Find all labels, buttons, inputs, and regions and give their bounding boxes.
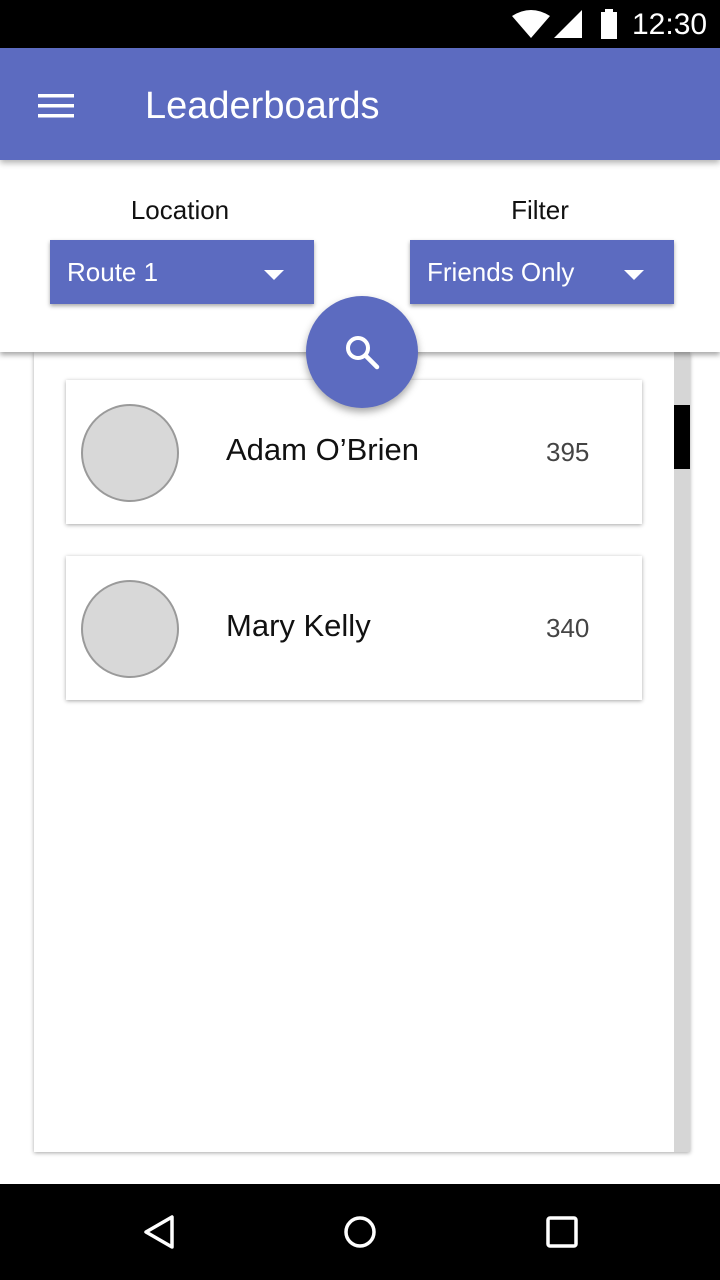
- player-score: 340: [546, 613, 590, 643]
- wifi-icon: [512, 10, 550, 43]
- scrollbar-track[interactable]: [674, 352, 690, 1152]
- player-score: 395: [546, 437, 590, 467]
- player-name: Mary Kelly: [226, 608, 371, 643]
- app-bar: Leaderboards: [0, 48, 720, 160]
- battery-icon: [599, 9, 619, 44]
- back-button[interactable]: [132, 1204, 188, 1260]
- location-dropdown-value: Route 1: [67, 257, 159, 287]
- avatar: [81, 580, 179, 678]
- page-title: Leaderboards: [145, 85, 380, 127]
- signal-icon: [554, 10, 582, 43]
- filter-dropdown[interactable]: Friends Only: [410, 240, 674, 304]
- recents-button[interactable]: [534, 1204, 590, 1260]
- scrollbar-thumb[interactable]: [674, 405, 690, 469]
- search-button[interactable]: [306, 296, 418, 408]
- filter-dropdown-value: Friends Only: [427, 257, 575, 287]
- player-name: Adam O’Brien: [226, 432, 419, 467]
- avatar: [81, 404, 179, 502]
- filter-label: Filter: [511, 195, 569, 225]
- dropdown-arrow-icon: [264, 267, 284, 285]
- status-time: 12:30: [632, 8, 708, 41]
- status-bar: 12:30: [0, 0, 720, 48]
- menu-button[interactable]: [28, 82, 84, 126]
- navigation-bar: [0, 1184, 720, 1280]
- list-item[interactable]: Mary Kelly 340: [66, 556, 642, 700]
- leaderboard-list: Adam O’Brien 395 Mary Kelly 340: [34, 352, 690, 1152]
- location-dropdown[interactable]: Route 1: [50, 240, 314, 304]
- dropdown-arrow-icon: [624, 267, 644, 285]
- home-button[interactable]: [332, 1204, 388, 1260]
- location-label: Location: [130, 195, 230, 225]
